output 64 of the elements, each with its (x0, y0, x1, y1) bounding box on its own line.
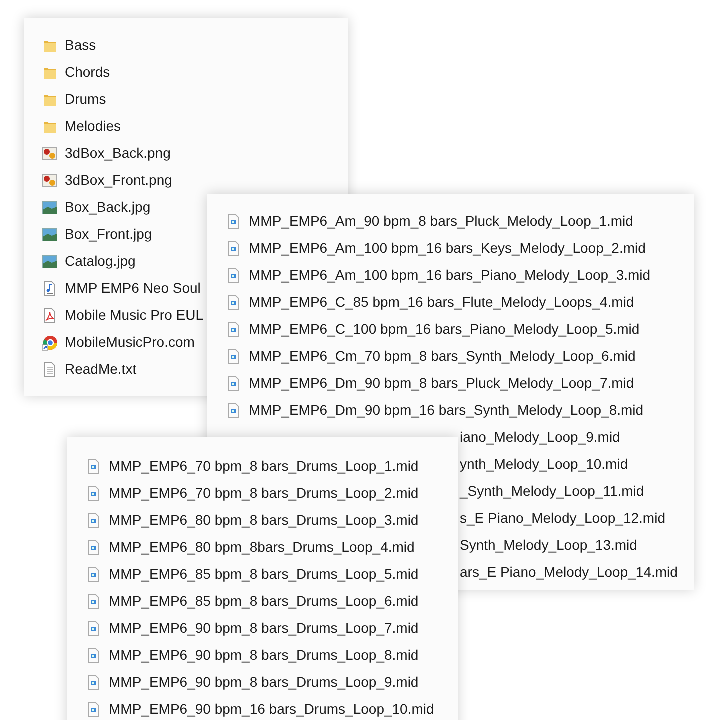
file-name[interactable]: Melodies (65, 116, 122, 137)
file-name[interactable]: MMP_EMP6_85 bpm_8 bars_Drums_Loop_6.mid (109, 591, 419, 612)
file-name[interactable]: Box_Front.jpg (65, 224, 152, 245)
pdf-file-icon (42, 308, 58, 324)
midi-file-icon (86, 620, 102, 636)
file-name[interactable]: Bass (65, 35, 96, 56)
audio-file-icon (42, 280, 58, 296)
file-name[interactable]: MMP_EMP6_C_85 bpm_16 bars_Flute_Melody_Loops_4.mid (249, 292, 634, 313)
midi-file-icon (226, 322, 242, 338)
image-file-icon (42, 200, 58, 216)
file-name[interactable]: MMP_EMP6_70 bpm_8 bars_Drums_Loop_2.mid (109, 483, 419, 504)
file-name[interactable]: Drums (65, 89, 106, 110)
file-name[interactable]: MMP_EMP6_Cm_70 bpm_8 bars_Synth_Melody_Loop_6.mid (249, 346, 636, 367)
file-name[interactable]: _Synth_Melody_Loop_11.mid (460, 481, 644, 502)
midi-file-icon (86, 702, 102, 718)
image-file-icon (42, 254, 58, 270)
midi-file-icon (86, 486, 102, 502)
file-name[interactable]: Box_Back.jpg (65, 197, 151, 218)
file-name[interactable]: Catalog.jpg (65, 251, 136, 272)
midi-file-icon (226, 214, 242, 230)
file-name[interactable]: MMP_EMP6_90 bpm_16 bars_Drums_Loop_10.mid (109, 699, 434, 720)
file-name[interactable]: MMP_EMP6_Dm_90 bpm_16 bars_Synth_Melody_Loop_8.mid (249, 400, 644, 421)
file-name[interactable]: s_E Piano_Melody_Loop_12.mid (460, 508, 666, 529)
midi-file-icon (226, 294, 242, 310)
midi-file-icon (226, 348, 242, 364)
file-name[interactable]: Synth_Melody_Loop_13.mid (460, 535, 638, 556)
browser-shortcut-icon (42, 334, 58, 350)
file-name[interactable]: MMP_EMP6_80 bpm_8bars_Drums_Loop_4.mid (109, 537, 415, 558)
image-file-icon (42, 226, 58, 242)
file-name[interactable]: MMP EMP6 Neo Soul (65, 278, 201, 299)
file-name[interactable]: MMP_EMP6_Am_90 bpm_8 bars_Pluck_Melody_Loop_1.mid (249, 211, 634, 232)
file-name[interactable]: MMP_EMP6_90 bpm_8 bars_Drums_Loop_7.mid (109, 618, 419, 639)
file-name[interactable]: 3dBox_Front.png (65, 170, 172, 191)
file-name[interactable]: MMP_EMP6_Am_100 bpm_16 bars_Keys_Melody_Loop_2.mid (249, 238, 646, 259)
midi-file-icon (226, 268, 242, 284)
file-name[interactable]: MMP_EMP6_85 bpm_8 bars_Drums_Loop_5.mid (109, 564, 419, 585)
midi-file-icon (226, 402, 242, 418)
midi-file-icon (226, 240, 242, 256)
file-name[interactable]: ars_E Piano_Melody_Loop_14.mid (460, 562, 678, 583)
file-name[interactable]: MMP_EMP6_70 bpm_8 bars_Drums_Loop_1.mid (109, 456, 419, 477)
file-name[interactable]: MMP_EMP6_90 bpm_8 bars_Drums_Loop_9.mid (109, 672, 419, 693)
file-name[interactable]: Mobile Music Pro EUL (65, 305, 204, 326)
midi-file-icon (226, 376, 242, 392)
file-name[interactable]: MobileMusicPro.com (65, 332, 195, 353)
file-name[interactable]: ReadMe.txt (65, 359, 137, 380)
text-file-icon (42, 362, 58, 378)
image-file-icon (42, 172, 58, 188)
midi-file-icon (86, 540, 102, 556)
midi-file-icon (86, 512, 102, 528)
midi-file-icon (86, 566, 102, 582)
midi-file-icon (86, 458, 102, 474)
midi-file-icon (86, 648, 102, 664)
file-name[interactable]: ynth_Melody_Loop_10.mid (460, 454, 628, 475)
image-file-icon (42, 146, 58, 162)
file-name[interactable]: iano_Melody_Loop_9.mid (460, 427, 620, 448)
file-name[interactable]: MMP_EMP6_Am_100 bpm_16 bars_Piano_Melody_Loop_3.mid (249, 265, 651, 286)
midi-file-icon (86, 594, 102, 610)
file-name[interactable]: Chords (65, 62, 110, 83)
file-name[interactable]: MMP_EMP6_C_100 bpm_16 bars_Piano_Melody_Loop_5.mid (249, 319, 640, 340)
midi-file-icon (86, 674, 102, 690)
file-name[interactable]: 3dBox_Back.png (65, 143, 171, 164)
file-name[interactable]: MMP_EMP6_Dm_90 bpm_8 bars_Pluck_Melody_Loop_7.mid (249, 373, 634, 394)
file-name[interactable]: MMP_EMP6_80 bpm_8 bars_Drums_Loop_3.mid (109, 510, 419, 531)
file-name[interactable]: MMP_EMP6_90 bpm_8 bars_Drums_Loop_8.mid (109, 645, 419, 666)
